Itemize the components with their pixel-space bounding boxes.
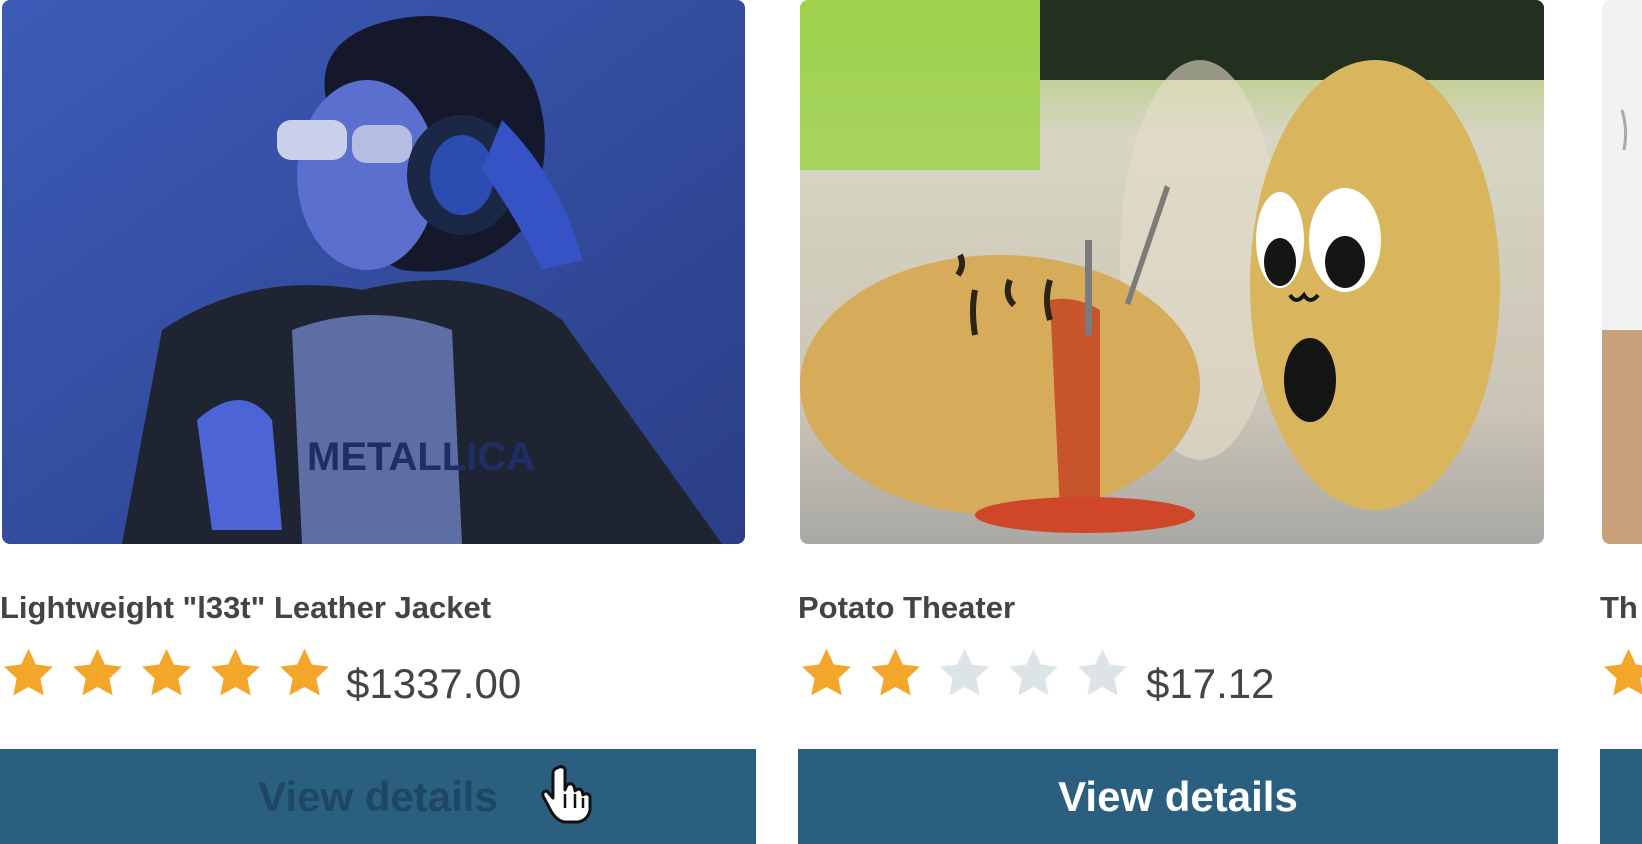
product-price: $1337.00 [346,660,522,707]
view-details-button[interactable]: View details [0,749,756,844]
star-icon [1604,648,1642,696]
view-details-button[interactable] [1600,749,1642,844]
star-icon [802,648,851,696]
star-rating [0,644,333,702]
product-image-leather-jacket[interactable]: METALLICA [2,0,745,544]
star-rating [1600,644,1642,702]
svg-text:METALLICA: METALLICA [307,435,535,479]
star-icon [280,648,329,696]
star-rating [798,644,1131,702]
hand-pointer-icon [541,765,592,824]
product-title[interactable]: Th [1600,590,1638,626]
star-icon [940,648,989,696]
product-image-potato-theater[interactable] [800,0,1544,544]
star-icon [142,648,191,696]
view-details-button[interactable]: View details [798,749,1558,844]
product-title[interactable]: Lightweight "l33t" Leather Jacket [0,590,491,626]
star-icon [1009,648,1058,696]
star-icon [1078,648,1127,696]
product-image-partial[interactable] [1602,0,1642,544]
star-icon [73,648,122,696]
star-icon [871,648,920,696]
star-icon [4,648,53,696]
product-title[interactable]: Potato Theater [798,590,1015,626]
star-icon [211,648,260,696]
product-price: $17.12 [1146,660,1275,707]
